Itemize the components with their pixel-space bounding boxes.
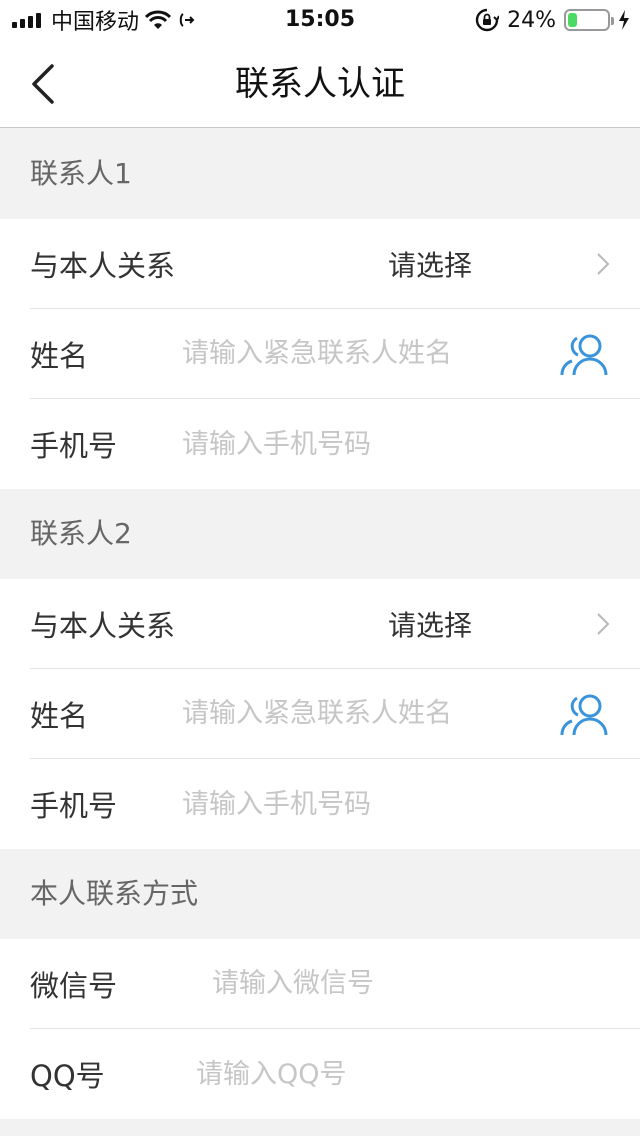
- charging-icon: [618, 10, 630, 30]
- contact1-group: 与本人关系 请选择 姓名 手机号: [0, 219, 640, 489]
- contact2-phone-row: 手机号: [30, 759, 640, 849]
- qq-label: QQ号: [30, 1059, 105, 1093]
- contact2-phone-input[interactable]: [182, 788, 610, 820]
- wechat-input[interactable]: [212, 968, 610, 999]
- contact2-group: 与本人关系 请选择 姓名 手机号: [0, 579, 640, 849]
- section-header-contact1: 联系人1: [0, 129, 640, 219]
- contact1-phone-row: 手机号: [30, 399, 640, 489]
- battery-icon: [564, 9, 614, 31]
- contact1-phone-input[interactable]: [182, 428, 610, 460]
- section-header-contact2: 联系人2: [0, 489, 640, 579]
- name-label: 姓名: [30, 698, 89, 733]
- relation-select[interactable]: 请选择: [388, 244, 472, 284]
- status-bar: 中国移动 15:05 24%: [0, 0, 640, 40]
- form-content: 联系人1 与本人关系 请选择 姓名 手机号 联系人2 与本人关系: [0, 129, 640, 1119]
- battery-percent: 24%: [507, 7, 556, 33]
- contacts-book-icon[interactable]: [560, 333, 610, 377]
- contacts-book-icon[interactable]: [560, 693, 610, 737]
- relation-select[interactable]: 请选择: [388, 604, 472, 644]
- phone-label: 手机号: [30, 789, 118, 823]
- chevron-right-icon: [597, 613, 610, 635]
- contact1-name-input[interactable]: [182, 338, 610, 369]
- contact2-name-input[interactable]: [182, 698, 610, 729]
- relation-label: 与本人关系: [30, 608, 176, 643]
- qq-input[interactable]: [196, 1058, 610, 1090]
- contact2-name-row: 姓名: [30, 669, 640, 759]
- status-right: 24%: [475, 0, 630, 40]
- contact1-relation-row[interactable]: 与本人关系 请选择: [30, 219, 640, 309]
- phone-label: 手机号: [30, 429, 118, 463]
- orientation-lock-icon: [475, 8, 500, 32]
- section-header-self: 本人联系方式: [0, 849, 640, 939]
- wechat-row: 微信号: [30, 939, 640, 1029]
- nav-bar: 联系人认证: [0, 40, 640, 128]
- relation-label: 与本人关系: [30, 248, 176, 283]
- battery-level: [568, 13, 578, 27]
- chevron-right-icon: [597, 253, 610, 275]
- page-title: 联系人认证: [235, 64, 405, 104]
- wechat-label: 微信号: [30, 968, 118, 1003]
- contact1-name-row: 姓名: [30, 309, 640, 399]
- self-contact-group: 微信号 QQ号: [0, 939, 640, 1119]
- qq-row: QQ号: [30, 1029, 640, 1119]
- contact2-relation-row[interactable]: 与本人关系 请选择: [30, 579, 640, 669]
- name-label: 姓名: [30, 338, 89, 373]
